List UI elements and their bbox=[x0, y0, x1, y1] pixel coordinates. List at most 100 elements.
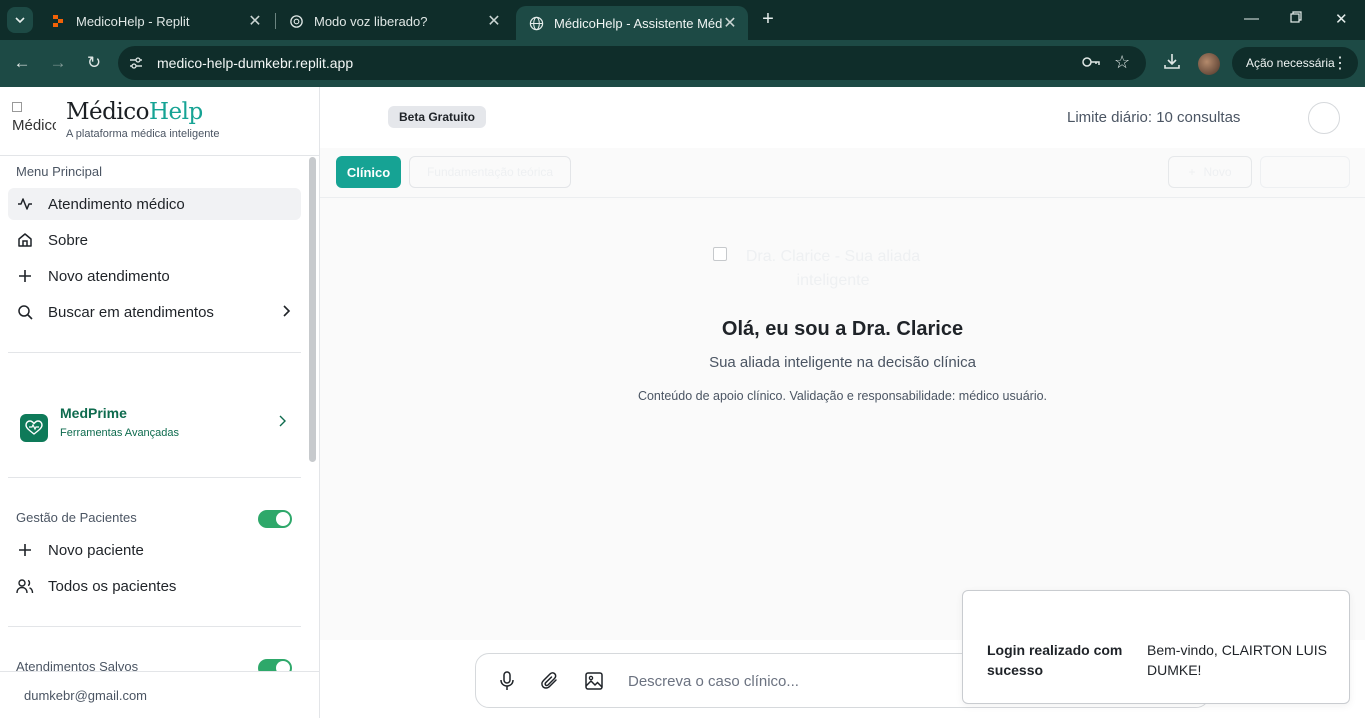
browser-tab-bar: MedicoHelp - Replit ✕ Modo voz liberado?… bbox=[0, 0, 1365, 40]
broken-image-icon bbox=[12, 102, 22, 112]
star-icon[interactable]: ☆ bbox=[1114, 52, 1130, 73]
minimize-icon[interactable]: — bbox=[1244, 10, 1259, 27]
plus-icon bbox=[16, 541, 34, 559]
hero-title: Olá, eu sou a Dra. Clarice bbox=[721, 318, 964, 340]
sidebar-item-sobre[interactable]: Sobre bbox=[8, 224, 301, 256]
mode-fundamentacao-button[interactable]: Fundamentação teórica bbox=[409, 156, 571, 188]
tab-medicohelp[interactable]: MédicoHelp - Assistente Médico ✕ bbox=[516, 6, 748, 40]
tab-title: MedicoHelp - Replit bbox=[76, 13, 190, 29]
sidebar-item-label: Novo paciente bbox=[48, 541, 144, 559]
profile-avatar[interactable] bbox=[1198, 53, 1220, 75]
close-icon[interactable]: ✕ bbox=[722, 13, 738, 33]
brand-name-part1: Médico bbox=[66, 99, 149, 125]
back-arrow-icon[interactable]: ← bbox=[12, 53, 32, 73]
sidebar-item-label: Buscar em atendimentos bbox=[48, 303, 214, 321]
secondary-action-button[interactable] bbox=[1260, 156, 1350, 188]
tab-modo-voz[interactable]: Modo voz liberado? ✕ bbox=[276, 6, 512, 36]
hero-subtitle: Sua aliada inteligente na decisão clínic… bbox=[709, 354, 976, 371]
forward-arrow-icon[interactable]: → bbox=[48, 53, 68, 73]
new-chat-button[interactable]: + Novo bbox=[1168, 156, 1252, 188]
hero-disclaimer: Conteúdo de apoio clínico. Validação e r… bbox=[637, 389, 1048, 403]
medprime-subtitle: Ferramentas Avançadas bbox=[60, 427, 180, 439]
toast-message: Bem-vindo, CLAIRTON LUIS DUMKE! bbox=[1147, 642, 1327, 678]
sidebar-scrollbar[interactable] bbox=[309, 157, 316, 462]
image-icon[interactable] bbox=[584, 671, 604, 696]
restore-icon[interactable] bbox=[1290, 10, 1302, 27]
patients-section-label: Gestão de Pacientes bbox=[16, 510, 137, 525]
globe-icon bbox=[528, 15, 544, 31]
sidebar-item-label: Novo atendimento bbox=[48, 267, 170, 285]
site-settings-icon[interactable] bbox=[128, 55, 144, 76]
chevron-right-icon bbox=[277, 414, 287, 433]
login-success-toast: Login realizado com sucesso Bem-vindo, C… bbox=[962, 590, 1350, 704]
microphone-icon[interactable] bbox=[498, 671, 516, 696]
openai-icon bbox=[288, 13, 304, 29]
logo-alt-text: Médico bbox=[12, 117, 56, 134]
sidebar: Médico MédicoHelp A plataforma médica in… bbox=[0, 87, 320, 718]
assistant-image: Dra. Clarice - Sua aliada inteligente bbox=[713, 245, 953, 295]
daily-limit-text: Limite diário: 10 consultas bbox=[1067, 109, 1241, 126]
sidebar-item-label: Atendimento médico bbox=[48, 195, 185, 213]
sidebar-item-label: Todos os pacientes bbox=[48, 577, 177, 595]
assistant-image-alt: Dra. Clarice - Sua aliada inteligente bbox=[745, 248, 921, 289]
main-header: Beta Gratuito Limite diário: 10 consulta… bbox=[320, 87, 1365, 148]
new-tab-button[interactable]: + bbox=[758, 9, 778, 29]
paperclip-icon[interactable] bbox=[540, 671, 560, 696]
browser-toolbar: ← → ↻ medico-help-dumkebr.replit.app ☆ A… bbox=[0, 40, 1365, 87]
sidebar-item-novo-atendimento[interactable]: Novo atendimento bbox=[8, 260, 301, 292]
password-key-icon[interactable] bbox=[1081, 54, 1101, 75]
mode-clinico-button[interactable]: Clínico bbox=[336, 156, 401, 188]
brand-tagline: A plataforma médica inteligente bbox=[66, 128, 220, 140]
user-email: dumkebr@gmail.com bbox=[24, 688, 148, 703]
divider bbox=[8, 477, 301, 478]
toast-title: Login realizado com sucesso bbox=[987, 642, 1123, 678]
activity-icon bbox=[16, 195, 34, 213]
replit-icon bbox=[50, 13, 66, 29]
sidebar-item-novo-paciente[interactable]: Novo paciente bbox=[8, 534, 301, 566]
broken-image-icon bbox=[713, 247, 727, 261]
brand-name-part2: Help bbox=[148, 99, 203, 125]
plus-icon: + bbox=[1188, 165, 1196, 179]
tab-search-button[interactable] bbox=[7, 7, 33, 33]
avatar[interactable] bbox=[1308, 102, 1340, 134]
new-chat-label: Novo bbox=[1203, 165, 1232, 179]
medprime-title: MedPrime bbox=[60, 405, 127, 421]
app-root: Médico MédicoHelp A plataforma médica in… bbox=[0, 87, 1365, 718]
sidebar-footer: dumkebr@gmail.com bbox=[0, 671, 319, 718]
case-description-input[interactable] bbox=[628, 670, 958, 692]
more-vertical-icon: ⋮ bbox=[1332, 55, 1348, 72]
chevron-down-icon bbox=[15, 17, 25, 24]
sidebar-item-atendimento-medico[interactable]: Atendimento médico bbox=[8, 188, 301, 220]
beta-badge: Beta Gratuito bbox=[388, 106, 487, 128]
download-icon[interactable] bbox=[1163, 52, 1181, 75]
action-required-button[interactable]: Ação necessária ⋮ bbox=[1232, 47, 1358, 79]
reload-icon[interactable]: ↻ bbox=[84, 53, 104, 73]
users-icon bbox=[16, 577, 34, 595]
search-icon bbox=[16, 303, 34, 321]
sidebar-item-buscar-atendimentos[interactable]: Buscar em atendimentos bbox=[8, 296, 301, 328]
window-close-icon[interactable]: ✕ bbox=[1335, 10, 1348, 28]
patients-section-toggle[interactable] bbox=[258, 510, 292, 528]
menu-section-label: Menu Principal bbox=[16, 164, 102, 179]
sidebar-item-todos-pacientes[interactable]: Todos os pacientes bbox=[8, 570, 301, 602]
brand-name: MédicoHelp bbox=[66, 99, 203, 125]
home-icon bbox=[16, 231, 34, 249]
mode-bar: Clínico Fundamentação teórica + Novo bbox=[320, 148, 1365, 198]
tab-title: MédicoHelp - Assistente Médico bbox=[554, 15, 722, 31]
chevron-right-icon bbox=[281, 304, 291, 322]
logo-image: Médico bbox=[12, 100, 56, 138]
close-icon[interactable]: ✕ bbox=[247, 11, 263, 31]
medprime-card[interactable]: MedPrime Ferramentas Avançadas bbox=[8, 392, 301, 448]
heart-pulse-icon bbox=[20, 414, 48, 442]
address-bar[interactable]: medico-help-dumkebr.replit.app ☆ bbox=[118, 46, 1146, 80]
brand-header: Médico MédicoHelp A plataforma médica in… bbox=[0, 87, 319, 156]
tab-replit[interactable]: MedicoHelp - Replit ✕ bbox=[38, 6, 273, 36]
plus-icon bbox=[16, 267, 34, 285]
action-required-label: Ação necessária bbox=[1246, 56, 1335, 70]
tab-title: Modo voz liberado? bbox=[314, 13, 428, 29]
close-icon[interactable]: ✕ bbox=[486, 11, 502, 31]
url-text: medico-help-dumkebr.replit.app bbox=[157, 55, 354, 71]
divider bbox=[8, 626, 301, 627]
divider bbox=[8, 352, 301, 353]
sidebar-item-label: Sobre bbox=[48, 231, 89, 249]
